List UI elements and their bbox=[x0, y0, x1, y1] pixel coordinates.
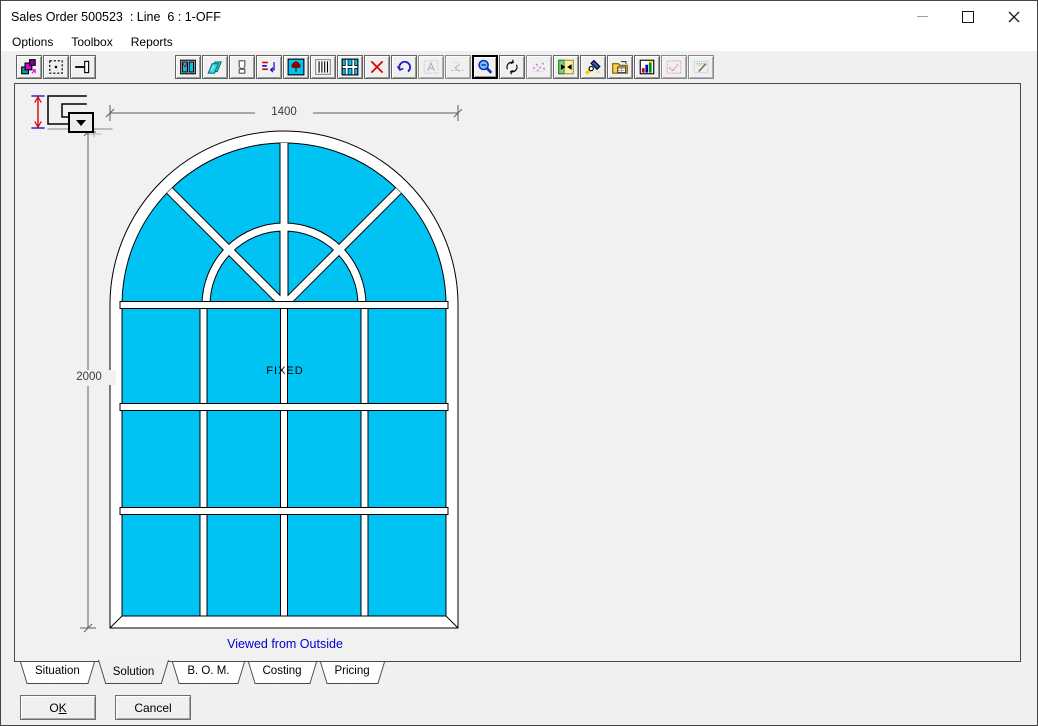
glazing-icon bbox=[206, 58, 224, 76]
dimension-move-icon bbox=[449, 58, 467, 76]
toolbar-button-window-design[interactable] bbox=[175, 55, 201, 79]
notes-edit-icon bbox=[692, 58, 710, 76]
maximize-button[interactable] bbox=[945, 1, 991, 32]
tab-situation[interactable]: Situation bbox=[20, 662, 95, 684]
delete-icon bbox=[368, 58, 386, 76]
window-title: Sales Order 500523 : Line 6 : 1-OFF bbox=[1, 10, 221, 24]
toolbar-button-survey-check[interactable] bbox=[661, 55, 687, 79]
tab-costing[interactable]: Costing bbox=[248, 662, 317, 684]
rotate-icon bbox=[503, 58, 521, 76]
toolbar bbox=[1, 51, 1037, 83]
maximize-icon bbox=[962, 11, 974, 23]
menu-toolbox[interactable]: Toolbox bbox=[62, 33, 121, 51]
menu-reports[interactable]: Reports bbox=[122, 33, 182, 51]
toolbar-button-rotate[interactable] bbox=[499, 55, 525, 79]
toolbar-button-hardware[interactable] bbox=[229, 55, 255, 79]
survey-check-icon bbox=[665, 58, 683, 76]
toolbar-button-export-folder[interactable] bbox=[607, 55, 633, 79]
zoom-icon bbox=[476, 58, 494, 76]
vertical-bars-icon bbox=[314, 58, 332, 76]
bottom-tab-bar: Situation Solution B. O. M. Costing Pric… bbox=[20, 662, 385, 684]
ventilation-icon bbox=[287, 58, 305, 76]
close-button[interactable] bbox=[991, 1, 1037, 32]
export-folder-icon bbox=[611, 58, 629, 76]
drawing-canvas[interactable] bbox=[15, 84, 1020, 661]
torch-icon bbox=[584, 58, 602, 76]
dimension-edit-icon bbox=[422, 58, 440, 76]
toolbar-button-graph-report[interactable] bbox=[634, 55, 660, 79]
selection-area-icon bbox=[47, 58, 65, 76]
toolbar-button-torch[interactable] bbox=[580, 55, 606, 79]
toolbar-button-georgian-bars[interactable] bbox=[337, 55, 363, 79]
close-icon bbox=[1008, 11, 1020, 23]
app-window: Sales Order 500523 : Line 6 : 1-OFF Opti… bbox=[0, 0, 1038, 726]
window-design-icon bbox=[179, 58, 197, 76]
menu-bar: Options Toolbox Reports bbox=[1, 32, 1037, 51]
toolbar-button-glazing[interactable] bbox=[202, 55, 228, 79]
menu-options[interactable]: Options bbox=[3, 33, 62, 51]
product-layers-icon bbox=[20, 58, 38, 76]
ok-button[interactable]: OK bbox=[20, 695, 96, 720]
toolbar-button-freehand[interactable] bbox=[526, 55, 552, 79]
width-dimension-label: 1400 bbox=[255, 105, 313, 120]
toolbar-button-specification-list[interactable] bbox=[256, 55, 282, 79]
title-bar: Sales Order 500523 : Line 6 : 1-OFF bbox=[1, 1, 1037, 32]
toolbar-button-selection-area[interactable] bbox=[43, 55, 69, 79]
section-profile-icon bbox=[74, 58, 92, 76]
toolbar-button-dimension-edit[interactable] bbox=[418, 55, 444, 79]
height-dimension-label: 2000 bbox=[62, 370, 116, 385]
cancel-button[interactable]: Cancel bbox=[115, 695, 191, 720]
toolbar-button-section-profile[interactable] bbox=[70, 55, 96, 79]
tab-solution[interactable]: Solution bbox=[98, 662, 170, 684]
minimize-button[interactable] bbox=[899, 1, 945, 32]
toolbar-button-notes-edit[interactable] bbox=[688, 55, 714, 79]
freehand-icon bbox=[530, 58, 548, 76]
toolbar-button-delete[interactable] bbox=[364, 55, 390, 79]
graph-report-icon bbox=[638, 58, 656, 76]
toolbar-button-zoom[interactable] bbox=[472, 55, 498, 79]
minimize-icon bbox=[917, 16, 928, 17]
drawing-panel: 1400 2000 FIXED Viewed from Outside bbox=[14, 83, 1021, 662]
specification-list-icon bbox=[260, 58, 278, 76]
toolbar-button-product-layers[interactable] bbox=[16, 55, 42, 79]
toolbar-button-undo[interactable] bbox=[391, 55, 417, 79]
dimension-style-dropdown[interactable] bbox=[68, 112, 94, 133]
window-controls bbox=[899, 1, 1037, 32]
chevron-down-icon bbox=[76, 120, 86, 126]
toolbar-button-dimension-move[interactable] bbox=[445, 55, 471, 79]
tab-bom[interactable]: B. O. M. bbox=[172, 662, 244, 684]
georgian-bars-icon bbox=[341, 58, 359, 76]
toolbar-button-ventilation[interactable] bbox=[283, 55, 309, 79]
toolbar-button-compress[interactable] bbox=[553, 55, 579, 79]
compress-icon bbox=[557, 58, 575, 76]
undo-icon bbox=[395, 58, 413, 76]
toolbar-button-vertical-bars[interactable] bbox=[310, 55, 336, 79]
glass-pane-label: FIXED bbox=[245, 365, 325, 377]
tab-pricing[interactable]: Pricing bbox=[320, 662, 385, 684]
view-caption: Viewed from Outside bbox=[185, 637, 385, 651]
hardware-icon bbox=[233, 58, 251, 76]
